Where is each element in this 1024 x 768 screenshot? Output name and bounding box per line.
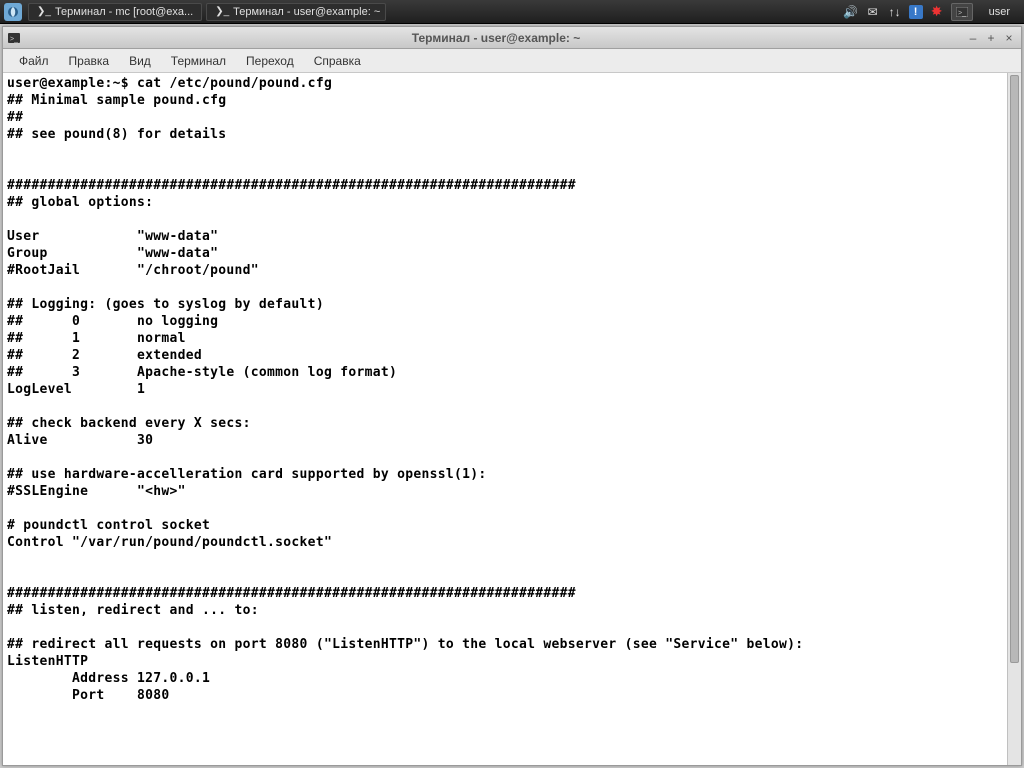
window-buttons: – + × <box>967 31 1021 45</box>
menu-terminal[interactable]: Терминал <box>161 51 236 71</box>
taskbar-item-label: Терминал - user@example: ~ <box>233 6 380 18</box>
window-app-icon: >_ <box>7 31 21 45</box>
vertical-scrollbar[interactable] <box>1007 73 1021 765</box>
terminal-window: >_ Терминал - user@example: ~ – + × Файл… <box>2 26 1022 766</box>
svg-text:>_: >_ <box>958 10 966 17</box>
terminal-content[interactable]: user@example:~$ cat /etc/pound/pound.cfg… <box>3 73 1007 765</box>
svg-text:>_: >_ <box>10 36 18 43</box>
menu-edit[interactable]: Правка <box>59 51 120 71</box>
taskbar-item-terminal-root[interactable]: ❯_ Терминал - mc [root@exa... <box>28 3 202 21</box>
terminal-area: user@example:~$ cat /etc/pound/pound.cfg… <box>3 73 1021 765</box>
taskbar-item-terminal-user[interactable]: ❯_ Терминал - user@example: ~ <box>206 3 386 21</box>
user-label[interactable]: user <box>979 6 1020 18</box>
scrollbar-thumb[interactable] <box>1010 75 1019 663</box>
minimize-button[interactable]: – <box>967 31 979 45</box>
info-icon[interactable]: ! <box>909 5 923 19</box>
system-tray: 🔊 ✉ ↑↓ ! ✸ >_ user <box>843 3 1020 21</box>
menu-help[interactable]: Справка <box>304 51 371 71</box>
volume-icon[interactable]: 🔊 <box>843 4 859 20</box>
terminal-icon: ❯_ <box>37 6 51 17</box>
menu-go[interactable]: Переход <box>236 51 304 71</box>
close-button[interactable]: × <box>1003 31 1015 45</box>
tray-app-icon[interactable]: >_ <box>951 3 973 21</box>
alert-icon[interactable]: ✸ <box>929 4 945 20</box>
menu-bar: Файл Правка Вид Терминал Переход Справка <box>3 49 1021 73</box>
terminal-icon: ❯_ <box>215 6 229 17</box>
taskbar-item-label: Терминал - mc [root@exa... <box>55 6 193 18</box>
start-menu-icon[interactable] <box>4 3 22 21</box>
window-titlebar[interactable]: >_ Терминал - user@example: ~ – + × <box>3 27 1021 49</box>
updown-icon[interactable]: ↑↓ <box>887 4 903 20</box>
menu-file[interactable]: Файл <box>9 51 59 71</box>
window-title: Терминал - user@example: ~ <box>25 31 967 45</box>
menu-view[interactable]: Вид <box>119 51 161 71</box>
maximize-button[interactable]: + <box>985 31 997 45</box>
mail-icon[interactable]: ✉ <box>865 4 881 20</box>
desktop-panel: ❯_ Терминал - mc [root@exa... ❯_ Термина… <box>0 0 1024 24</box>
